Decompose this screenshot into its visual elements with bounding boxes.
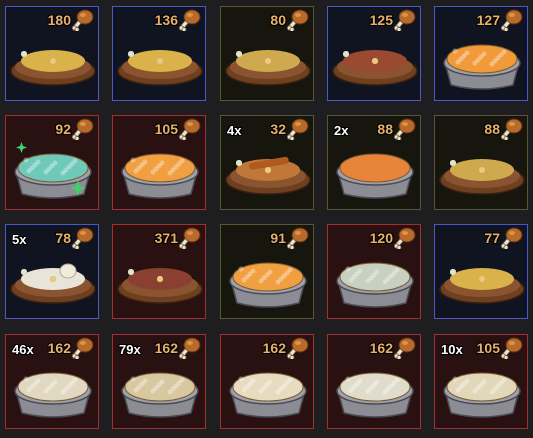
stack-count: 46x bbox=[12, 342, 34, 357]
item-price: 136 bbox=[154, 12, 178, 28]
drumstick-icon bbox=[393, 337, 417, 360]
item-price: 371 bbox=[154, 230, 178, 246]
item-price: 88 bbox=[377, 121, 393, 137]
mixed-dish-icon bbox=[435, 136, 527, 208]
drumstick-icon bbox=[178, 227, 202, 250]
drumstick-icon bbox=[286, 118, 310, 141]
inventory-slot[interactable]: 79x 162 bbox=[112, 334, 206, 429]
pie-icon bbox=[435, 355, 527, 427]
sparkle-pie-icon bbox=[6, 136, 98, 208]
inventory-slot[interactable]: 88 bbox=[434, 115, 528, 210]
inventory-grid: 180 136 80 125 127 92 105 4x 32 2x 88 88… bbox=[0, 0, 533, 438]
drumstick-icon bbox=[178, 337, 202, 360]
mixed-dish-icon bbox=[113, 27, 205, 99]
item-price: 162 bbox=[369, 340, 393, 356]
item-price: 91 bbox=[270, 230, 286, 246]
mixed-dish-icon bbox=[435, 245, 527, 317]
item-price: 162 bbox=[47, 340, 71, 356]
pie-icon bbox=[113, 136, 205, 208]
inventory-slot[interactable]: 10x 105 bbox=[434, 334, 528, 429]
inventory-slot[interactable]: 105 bbox=[112, 115, 206, 210]
drumstick-icon bbox=[71, 9, 95, 32]
item-price: 32 bbox=[270, 121, 286, 137]
inventory-slot[interactable]: 162 bbox=[327, 334, 421, 429]
item-price: 105 bbox=[476, 340, 500, 356]
inventory-slot[interactable]: 136 bbox=[112, 6, 206, 101]
pie-icon bbox=[435, 27, 527, 99]
dumpling-dish-icon bbox=[6, 245, 98, 317]
item-price: 105 bbox=[154, 121, 178, 137]
item-price: 162 bbox=[154, 340, 178, 356]
inventory-slot[interactable]: 80 bbox=[220, 6, 314, 101]
item-price: 92 bbox=[55, 121, 71, 137]
pie-icon bbox=[328, 245, 420, 317]
inventory-slot[interactable]: 91 bbox=[220, 224, 314, 319]
drumstick-icon bbox=[71, 118, 95, 141]
stack-count: 5x bbox=[12, 232, 27, 247]
plain-pie-icon bbox=[328, 136, 420, 208]
pie-icon bbox=[113, 355, 205, 427]
inventory-slot[interactable]: 4x 32 bbox=[220, 115, 314, 210]
stack-count: 10x bbox=[441, 342, 463, 357]
drumstick-icon bbox=[500, 118, 524, 141]
item-price: 162 bbox=[262, 340, 286, 356]
item-price: 88 bbox=[484, 121, 500, 137]
drumstick-icon bbox=[178, 9, 202, 32]
item-price: 77 bbox=[484, 230, 500, 246]
drumstick-icon bbox=[393, 227, 417, 250]
inventory-slot[interactable]: 180 bbox=[5, 6, 99, 101]
inventory-slot[interactable]: 162 bbox=[220, 334, 314, 429]
inventory-slot[interactable]: 371 bbox=[112, 224, 206, 319]
drumstick-icon bbox=[71, 337, 95, 360]
mixed-dish-icon bbox=[6, 27, 98, 99]
drumstick-icon bbox=[286, 227, 310, 250]
pie-icon bbox=[6, 355, 98, 427]
kebab-dish-icon bbox=[221, 136, 313, 208]
drumstick-icon bbox=[500, 9, 524, 32]
inventory-slot[interactable]: 125 bbox=[327, 6, 421, 101]
inventory-slot[interactable]: 120 bbox=[327, 224, 421, 319]
inventory-slot[interactable]: 127 bbox=[434, 6, 528, 101]
stack-count: 79x bbox=[119, 342, 141, 357]
item-price: 78 bbox=[55, 230, 71, 246]
pie-icon bbox=[328, 355, 420, 427]
pie-icon bbox=[221, 245, 313, 317]
inventory-slot[interactable]: 46x 162 bbox=[5, 334, 99, 429]
drumstick-icon bbox=[71, 227, 95, 250]
pie-icon bbox=[221, 355, 313, 427]
item-price: 80 bbox=[270, 12, 286, 28]
item-price: 180 bbox=[47, 12, 71, 28]
inventory-slot[interactable]: 77 bbox=[434, 224, 528, 319]
drumstick-icon bbox=[286, 337, 310, 360]
inventory-slot[interactable]: 2x 88 bbox=[327, 115, 421, 210]
meat-dish-icon bbox=[328, 27, 420, 99]
dark-meat-dish-icon bbox=[113, 245, 205, 317]
inventory-slot[interactable]: 5x 78 bbox=[5, 224, 99, 319]
item-price: 120 bbox=[369, 230, 393, 246]
drumstick-icon bbox=[393, 9, 417, 32]
item-price: 125 bbox=[369, 12, 393, 28]
inventory-slot[interactable]: 92 bbox=[5, 115, 99, 210]
drumstick-icon bbox=[178, 118, 202, 141]
item-price: 127 bbox=[476, 12, 500, 28]
drumstick-icon bbox=[286, 9, 310, 32]
mixed-dish-icon bbox=[221, 27, 313, 99]
drumstick-icon bbox=[500, 337, 524, 360]
stack-count: 2x bbox=[334, 123, 349, 138]
stack-count: 4x bbox=[227, 123, 242, 138]
drumstick-icon bbox=[393, 118, 417, 141]
drumstick-icon bbox=[500, 227, 524, 250]
